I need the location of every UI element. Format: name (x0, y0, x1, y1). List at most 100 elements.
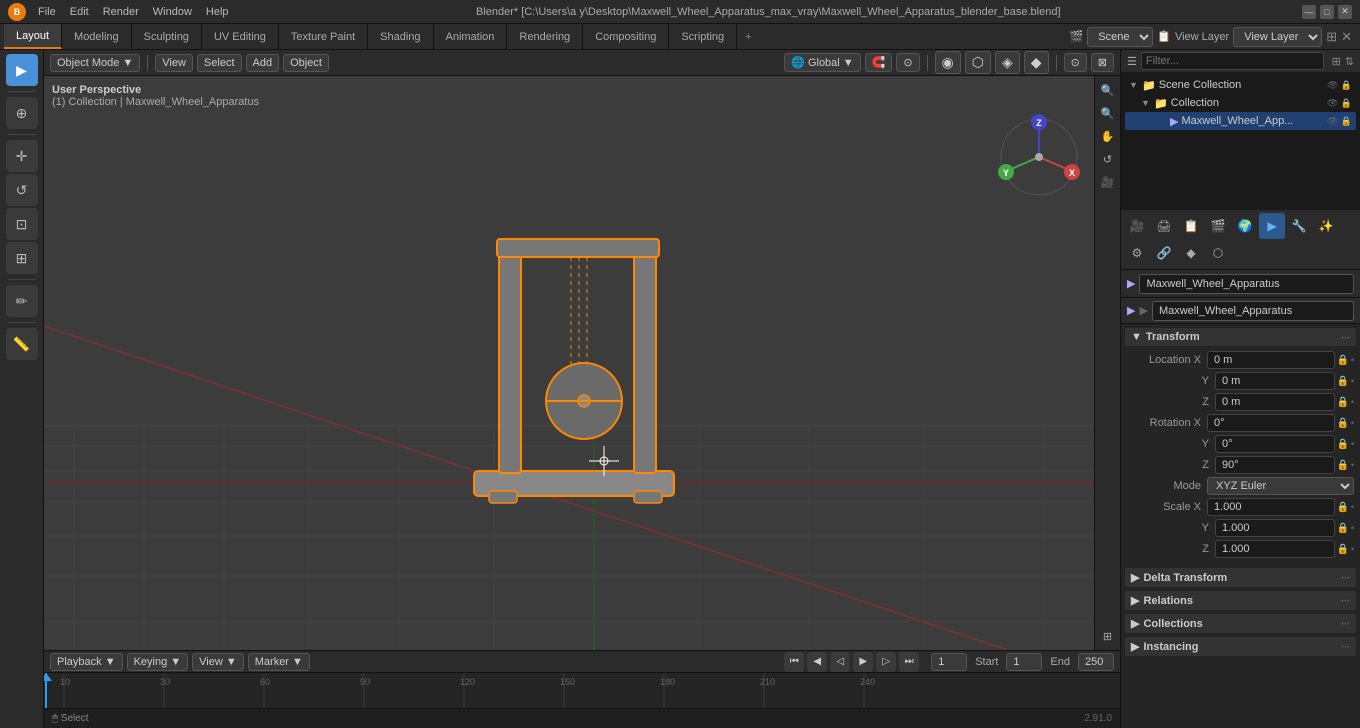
prop-physics-button[interactable]: ⚙ (1124, 240, 1150, 266)
object-menu[interactable]: Object (283, 54, 329, 72)
prop-modifier-button[interactable]: 🔧 (1286, 213, 1312, 239)
scale-tool-button[interactable]: ⊡ (6, 208, 38, 240)
skip-to-end-button[interactable]: ⏭ (899, 652, 919, 672)
scale-x-field[interactable]: 1.000 (1207, 498, 1335, 516)
measure-tool-button[interactable]: 📏 (6, 328, 38, 360)
zoom-in-button[interactable]: 🔍 (1098, 80, 1118, 100)
play-reverse-button[interactable]: ◁ (830, 652, 850, 672)
expand-icon[interactable]: ⊞ (1326, 29, 1337, 45)
rotate-tool-button[interactable]: ↺ (6, 174, 38, 206)
rotation-x-lock-icon[interactable]: 🔒 (1335, 418, 1351, 429)
sort-icon[interactable]: ⇅ (1345, 55, 1354, 68)
proportional-button[interactable]: ⊙ (896, 53, 919, 72)
outliner-search[interactable] (1141, 52, 1324, 70)
move-tool-button[interactable]: ✛ (6, 140, 38, 172)
tab-texture-paint[interactable]: Texture Paint (279, 24, 368, 49)
menu-help[interactable]: Help (200, 4, 235, 20)
view-menu-timeline[interactable]: View ▼ (192, 653, 244, 671)
menu-window[interactable]: Window (147, 4, 198, 20)
end-frame-field[interactable]: 250 (1078, 653, 1114, 671)
scale-y-field[interactable]: 1.000 (1215, 519, 1335, 537)
orbit-button[interactable]: ↺ (1098, 149, 1118, 169)
cursor-tool-button[interactable]: ⊕ (6, 97, 38, 129)
tab-rendering[interactable]: Rendering (507, 24, 583, 49)
timeline-scrubber[interactable]: 10 30 60 90 120 150 180 210 240 (44, 673, 1120, 708)
snap-button[interactable]: 🧲 (865, 53, 893, 72)
tab-shading[interactable]: Shading (368, 24, 433, 49)
rotation-y-lock-icon[interactable]: 🔒 (1335, 439, 1351, 450)
tab-compositing[interactable]: Compositing (583, 24, 669, 49)
annotate-tool-button[interactable]: ✏ (6, 285, 38, 317)
location-x-field[interactable]: 0 m (1207, 351, 1335, 369)
viewport-3d[interactable]: User Perspective (1) Collection | Maxwel… (44, 76, 1120, 650)
marker-menu[interactable]: Marker ▼ (248, 653, 310, 671)
scale-z-lock-icon[interactable]: 🔒 (1335, 544, 1351, 555)
navigation-gizmo[interactable]: Z X Y (994, 112, 1084, 202)
next-frame-button[interactable]: ▷ (876, 652, 896, 672)
filter-icon[interactable]: ⊞ (1332, 55, 1341, 68)
prop-scene-button[interactable]: 🎬 (1205, 213, 1231, 239)
transform-selector[interactable]: 🌐 Global ▼ (784, 53, 860, 72)
object-data-name-input[interactable] (1152, 301, 1354, 321)
scene-selector[interactable]: Scene (1087, 27, 1153, 47)
prop-particles-button[interactable]: ✨ (1313, 213, 1339, 239)
add-menu[interactable]: Add (246, 54, 280, 72)
prev-frame-button[interactable]: ◀ (807, 652, 827, 672)
menu-render[interactable]: Render (97, 4, 145, 20)
tab-uv-editing[interactable]: UV Editing (202, 24, 279, 49)
location-y-lock-icon[interactable]: 🔒 (1335, 376, 1351, 387)
rotation-z-lock-icon[interactable]: 🔒 (1335, 460, 1351, 471)
prop-world-button[interactable]: 🌍 (1232, 213, 1258, 239)
start-frame-field[interactable]: 1 (1006, 653, 1042, 671)
rotation-y-field[interactable]: 0° (1215, 435, 1335, 453)
viewport-shade-solid[interactable]: ◉ (935, 51, 961, 74)
location-z-lock-icon[interactable]: 🔒 (1335, 397, 1351, 408)
instancing-header[interactable]: ▶ Instancing ⋯ (1125, 637, 1356, 656)
current-frame-field[interactable]: 1 (931, 653, 967, 671)
viewport-overlay-button[interactable]: ⊙ (1064, 53, 1087, 72)
prop-render-button[interactable]: 🎥 (1124, 213, 1150, 239)
maximize-button[interactable]: □ (1320, 5, 1334, 19)
minimize-button[interactable]: — (1302, 5, 1316, 19)
rotation-z-field[interactable]: 90° (1215, 456, 1335, 474)
viewport-shade-rendered[interactable]: ◆ (1024, 51, 1049, 74)
local-view-button[interactable]: ⊞ (1098, 626, 1118, 646)
tab-scripting[interactable]: Scripting (669, 24, 737, 49)
tab-sculpting[interactable]: Sculpting (132, 24, 202, 49)
prop-constraints-button[interactable]: 🔗 (1151, 240, 1177, 266)
viewport-shade-material[interactable]: ◈ (995, 51, 1020, 74)
location-z-field[interactable]: 0 m (1215, 393, 1335, 411)
menu-edit[interactable]: Edit (64, 4, 95, 20)
relations-header[interactable]: ▶ Relations ⋯ (1125, 591, 1356, 610)
prop-object-button[interactable]: ▶ (1259, 213, 1285, 239)
add-workspace-button[interactable]: + (737, 24, 759, 49)
viewport-shade-wire[interactable]: ⬡ (965, 51, 991, 74)
transform-section-header[interactable]: ▼ Transform ⋯ (1125, 328, 1356, 346)
location-x-lock-icon[interactable]: 🔒 (1335, 355, 1351, 366)
tab-modeling[interactable]: Modeling (62, 24, 132, 49)
transform-tool-button[interactable]: ⊞ (6, 242, 38, 274)
skip-to-start-button[interactable]: ⏮ (784, 652, 804, 672)
collections-header[interactable]: ▶ Collections ⋯ (1125, 614, 1356, 633)
rotation-mode-select[interactable]: XYZ Euler (1207, 477, 1354, 495)
zoom-out-button[interactable]: 🔍 (1098, 103, 1118, 123)
outliner-object[interactable]: ▶ Maxwell_Wheel_App... 👁 🔒 (1125, 112, 1356, 130)
location-y-field[interactable]: 0 m (1215, 372, 1335, 390)
playback-menu[interactable]: Playback ▼ (50, 653, 123, 671)
delta-transform-header[interactable]: ▶ Delta Transform ⋯ (1125, 568, 1356, 587)
prop-material-button[interactable]: ⬡ (1205, 240, 1231, 266)
tab-layout[interactable]: Layout (4, 24, 62, 49)
outliner-scene-collection[interactable]: ▼ 📁 Scene Collection 👁 🔒 (1125, 76, 1356, 94)
prop-output-button[interactable]: 🖨 (1151, 213, 1177, 239)
viewport-xray-button[interactable]: ⊠ (1091, 53, 1114, 72)
blender-logo-icon[interactable]: B (8, 3, 26, 21)
scale-y-lock-icon[interactable]: 🔒 (1335, 523, 1351, 534)
rotation-x-field[interactable]: 0° (1207, 414, 1335, 432)
camera-button[interactable]: 🎥 (1098, 172, 1118, 192)
keying-menu[interactable]: Keying ▼ (127, 653, 189, 671)
close-button[interactable]: ✕ (1338, 5, 1352, 19)
play-button[interactable]: ▶ (853, 652, 873, 672)
outliner-collection[interactable]: ▼ 📁 Collection 👁 🔒 (1125, 94, 1356, 112)
scale-x-lock-icon[interactable]: 🔒 (1335, 502, 1351, 513)
menu-file[interactable]: File (32, 4, 62, 20)
